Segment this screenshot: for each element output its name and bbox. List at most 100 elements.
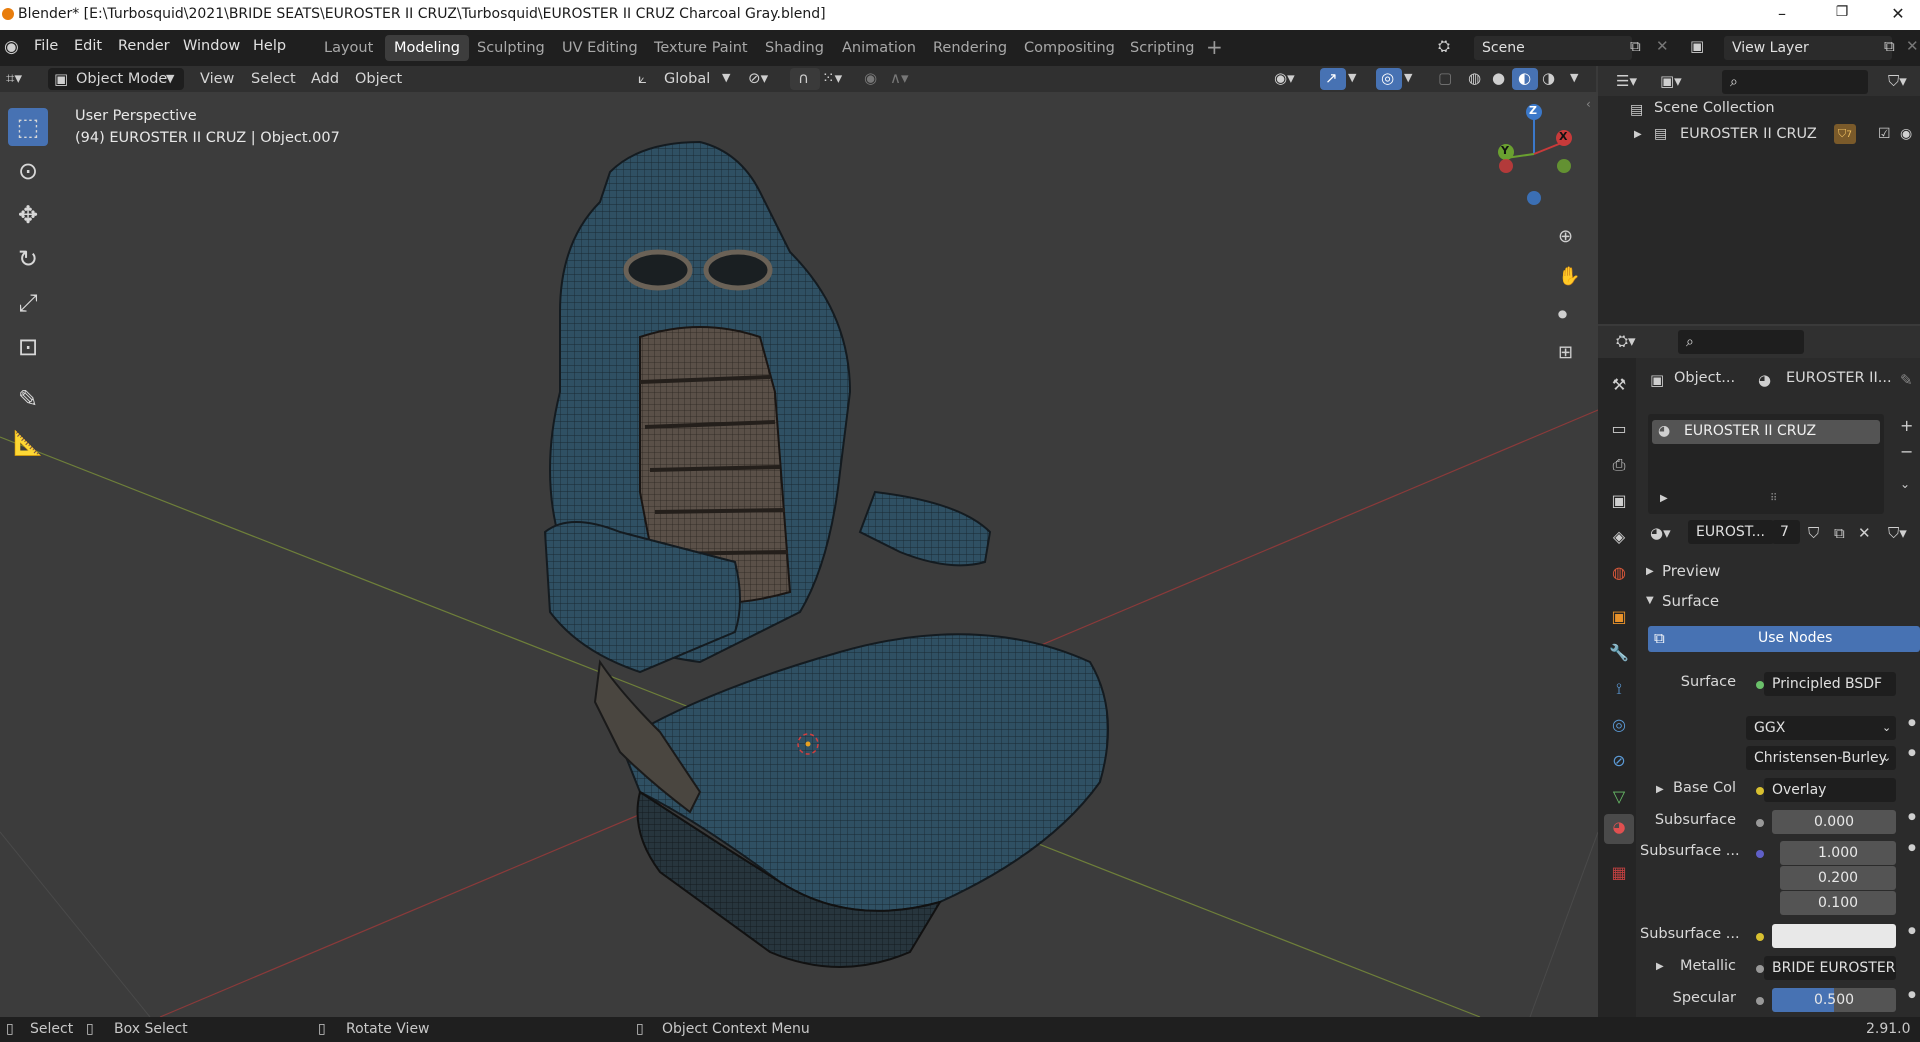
modifier-tab-icon[interactable]: 🔧 [1608, 642, 1630, 664]
rendered-shading-icon[interactable]: ◑ [1542, 71, 1555, 86]
pin-icon[interactable]: ✎ [1900, 373, 1913, 388]
tab-scripting[interactable]: Scripting [1121, 35, 1203, 61]
select-box-tool[interactable]: ⬚ [8, 108, 48, 146]
surface-shader-field[interactable]: Principled BSDF [1764, 672, 1896, 696]
particles-tab-icon[interactable]: ⟟ [1608, 678, 1630, 700]
tab-texture-paint[interactable]: Texture Paint [645, 35, 757, 61]
menu-file[interactable]: File [34, 38, 58, 54]
navigation-gizmo[interactable]: Z Y X [1490, 92, 1580, 212]
view-layer-field[interactable]: View Layer [1724, 36, 1892, 60]
menu-select[interactable]: Select [251, 68, 296, 90]
outliner-editor-icon[interactable]: ☰▾ [1616, 74, 1637, 89]
material-users-count[interactable]: 7 [1772, 520, 1800, 544]
menu-render[interactable]: Render [118, 38, 170, 54]
add-slot-icon[interactable]: + [1900, 418, 1913, 434]
menu-edit[interactable]: Edit [74, 38, 102, 54]
sidebar-toggle-icon[interactable]: ‹ [1586, 98, 1591, 110]
chevron-down-icon[interactable]: ▼ [1570, 72, 1578, 83]
blender-menu-icon[interactable]: ◉ [4, 39, 19, 56]
base-color-link-field[interactable]: Overlay [1764, 778, 1896, 802]
metallic-link-field[interactable]: BRIDE EUROSTER... [1764, 956, 1896, 980]
slot-specials-icon[interactable]: ⌄ [1900, 478, 1910, 490]
maximize-button[interactable]: ❐ [1822, 4, 1862, 26]
menu-object[interactable]: Object [355, 68, 402, 90]
menu-window[interactable]: Window [183, 38, 240, 54]
measure-tool[interactable]: 📐 [8, 424, 48, 462]
render-tab-icon[interactable]: ▭ [1608, 418, 1630, 440]
exclude-checkbox[interactable]: ☑ [1878, 127, 1891, 141]
material-slot-item[interactable]: ◕ EUROSTER II CRUZ [1652, 420, 1880, 444]
overlay-toggle[interactable]: ◎ [1376, 68, 1402, 90]
keyframe-dot-icon[interactable]: ● [1908, 813, 1916, 822]
view-layer-tab-icon[interactable]: ▣ [1608, 490, 1630, 512]
camera-view-icon[interactable]: ⏺ [1558, 306, 1567, 324]
material-shading-toggle[interactable]: ◐ [1512, 68, 1538, 90]
outliner-item-euroster[interactable]: EUROSTER II CRUZ [1680, 126, 1817, 142]
object-tab-icon[interactable]: ▣ [1608, 606, 1630, 628]
subsurface-color-swatch[interactable] [1772, 924, 1896, 948]
keyframe-dot-icon[interactable]: ● [1908, 719, 1916, 728]
menu-view[interactable]: View [200, 68, 234, 90]
use-nodes-button[interactable]: ⧉ Use Nodes [1648, 626, 1920, 652]
display-mode-icon[interactable]: ▣▾ [1660, 74, 1682, 89]
new-scene-icon[interactable]: ⧉ [1630, 39, 1641, 54]
outliner-search-input[interactable]: ⌕ [1722, 70, 1868, 94]
distribution-dropdown[interactable]: GGX ⌄ [1746, 716, 1896, 740]
chevron-down-icon[interactable]: ▼ [722, 72, 730, 83]
proportional-edit-icon[interactable]: ◉ [864, 71, 877, 86]
keyframe-dot-icon[interactable]: ● [1908, 749, 1916, 758]
remove-scene-icon[interactable]: ✕ [1656, 39, 1669, 54]
tab-uv-editing[interactable]: UV Editing [553, 35, 647, 61]
duplicate-material-icon[interactable]: ⧉ [1834, 526, 1845, 541]
transform-tool[interactable]: ⊡ [8, 328, 48, 366]
filter-icon[interactable]: ⛉▾ [1888, 74, 1907, 89]
xray-icon[interactable]: ▢ [1438, 71, 1452, 86]
subsurface-radius-y[interactable]: 0.200 [1780, 866, 1896, 890]
tool-tab-icon[interactable]: ⚒ [1608, 374, 1630, 396]
physics-tab-icon[interactable]: ◎ [1608, 714, 1630, 736]
close-button[interactable]: ✕ [1878, 4, 1918, 26]
new-view-layer-icon[interactable]: ⧉ [1884, 39, 1895, 54]
scene-selector-icon[interactable]: ⛭ [1438, 39, 1450, 54]
menu-add[interactable]: Add [311, 68, 339, 90]
zoom-icon[interactable]: ⊕ [1558, 228, 1573, 246]
subsurface-method-dropdown[interactable]: Christensen-Burley ⌄ [1746, 746, 1896, 770]
tab-animation[interactable]: Animation [833, 35, 925, 61]
data-tab-icon[interactable]: ▽ [1608, 786, 1630, 808]
expand-arrow-icon[interactable]: ▼ [1646, 596, 1654, 606]
minimize-button[interactable]: – [1762, 4, 1802, 26]
subsurface-radius-x[interactable]: 1.000 [1780, 841, 1896, 865]
preview-section-header[interactable]: Preview [1662, 562, 1720, 580]
browse-material-icon[interactable]: ◕▾ [1650, 526, 1671, 541]
scene-tab-icon[interactable]: ◈ [1608, 526, 1630, 548]
pan-hand-icon[interactable]: ✋ [1558, 268, 1580, 286]
menu-help[interactable]: Help [253, 38, 286, 54]
move-tool[interactable]: ✥ [8, 196, 48, 234]
wireframe-shading-icon[interactable]: ◍ [1468, 71, 1481, 86]
snap-toggle[interactable]: ∩ [790, 68, 820, 90]
3d-viewport[interactable]: User Perspective (94) EUROSTER II CRUZ |… [0, 92, 1598, 1017]
snap-target-icon[interactable]: ⁙▾ [822, 71, 842, 86]
subsurface-value-field[interactable]: 0.000 [1772, 810, 1896, 834]
add-workspace-button[interactable]: + [1206, 35, 1223, 59]
output-tab-icon[interactable]: ⎙ [1608, 454, 1630, 476]
constraints-tab-icon[interactable]: ⊘ [1608, 750, 1630, 772]
pivot-point-icon[interactable]: ⊘▾ [748, 71, 768, 86]
material-name-field[interactable]: EUROST... [1688, 520, 1774, 544]
unlink-material-icon[interactable]: ✕ [1858, 526, 1871, 541]
keyframe-dot-icon[interactable]: ● [1908, 927, 1916, 936]
perspective-toggle-icon[interactable]: ⊞ [1558, 344, 1573, 362]
view-layer-icon[interactable]: ▣ [1690, 39, 1704, 54]
texture-tab-icon[interactable]: ▦ [1608, 862, 1630, 884]
rotate-tool[interactable]: ↻ [8, 240, 48, 278]
tab-modeling[interactable]: Modeling [385, 35, 469, 61]
annotate-tool[interactable]: ✎ [8, 380, 48, 418]
list-expand-icon[interactable]: ▶ [1660, 494, 1668, 504]
solid-shading-icon[interactable]: ● [1492, 71, 1505, 86]
chevron-down-icon[interactable]: ▼ [1348, 72, 1356, 83]
eye-icon[interactable]: ◉ [1900, 127, 1912, 141]
properties-editor-icon[interactable]: ⛭▾ [1616, 334, 1636, 349]
surface-section-header[interactable]: Surface [1662, 592, 1719, 610]
tab-compositing[interactable]: Compositing [1015, 35, 1124, 61]
specular-slider[interactable]: 0.500 [1772, 988, 1896, 1012]
